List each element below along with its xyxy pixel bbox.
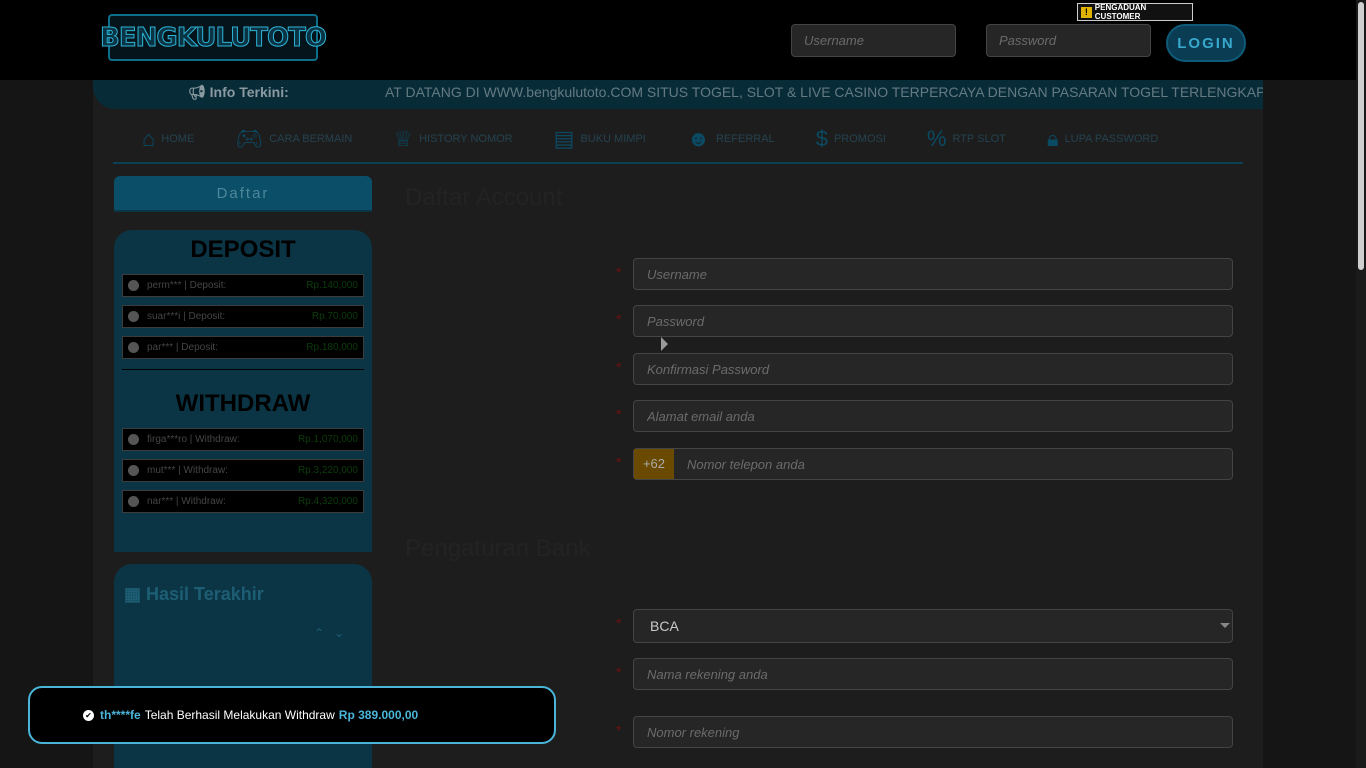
email-field[interactable] bbox=[633, 400, 1233, 432]
required-mark: * bbox=[616, 359, 622, 375]
nav-item-buku-mimpi[interactable]: ▤ BUKU MIMPI bbox=[525, 116, 658, 162]
results-title: ▦ Hasil Terakhir bbox=[124, 584, 264, 604]
username-input[interactable] bbox=[791, 24, 956, 57]
required-mark: * bbox=[616, 264, 622, 280]
nav-item-home[interactable]: ⌂ HOME bbox=[113, 116, 206, 162]
site-logo[interactable]: BENGKULUTOTO bbox=[100, 14, 327, 61]
nav-item-referral[interactable]: ☻ REFERRAL bbox=[658, 116, 787, 162]
avatar-icon bbox=[128, 311, 139, 322]
nav-item-lupa-password[interactable]: 🔒︎ LUPA PASSWORD bbox=[1018, 116, 1170, 162]
nav-item-rtp-slot[interactable]: % RTP SLOT bbox=[898, 116, 1018, 162]
account-name-field[interactable] bbox=[633, 658, 1233, 690]
register-username-input[interactable] bbox=[634, 259, 1232, 289]
mouse-cursor bbox=[661, 337, 668, 351]
megaphone-icon: 📢︎ bbox=[188, 84, 206, 100]
ticker-text: AT DATANG DI WWW.bengkulutoto.COM SITUS … bbox=[385, 84, 1263, 100]
withdraw-notification: ✔ th****fe Telah Berhasil Melakukan With… bbox=[28, 686, 556, 744]
ticker-bar: 📢︎ Info Terkini: AT DATANG DI WWW.bengku… bbox=[93, 80, 1263, 109]
withdraw-row: firga***ro | Withdraw: Rp.1,070,000 bbox=[122, 428, 364, 451]
calendar-icon: ▦ bbox=[124, 584, 142, 604]
users-icon: ☻ bbox=[686, 126, 710, 151]
confirm-password-input[interactable] bbox=[634, 354, 1232, 384]
results-controls: ⌃ ⌄ bbox=[314, 626, 344, 640]
register-password-field[interactable] bbox=[633, 305, 1233, 337]
bank-select[interactable]: BCA bbox=[633, 609, 1233, 643]
phone-prefix: +62 bbox=[634, 449, 674, 479]
complaint-button[interactable]: ! PENGADUAN CUSTOMER bbox=[1077, 3, 1193, 21]
chevron-down-icon bbox=[1220, 623, 1230, 628]
required-mark: * bbox=[616, 406, 622, 422]
account-number-input[interactable] bbox=[634, 717, 1232, 747]
deposit-row: perm*** | Deposit: Rp.140,000 bbox=[122, 274, 364, 297]
password-input[interactable] bbox=[986, 24, 1151, 57]
avatar-icon bbox=[128, 280, 139, 291]
dollar-icon: $ bbox=[815, 126, 828, 151]
main-container: 📢︎ Info Terkini: AT DATANG DI WWW.bengku… bbox=[93, 80, 1263, 768]
email-input[interactable] bbox=[634, 401, 1232, 431]
required-mark: * bbox=[616, 615, 622, 631]
confirm-password-field[interactable] bbox=[633, 353, 1233, 385]
lock-icon: 🔒︎ bbox=[1046, 126, 1059, 151]
scrollbar-thumb[interactable] bbox=[1358, 2, 1364, 270]
form-title: Daftar Account bbox=[405, 184, 563, 211]
gamepad-icon: 🎮︎ bbox=[235, 126, 264, 151]
avatar-icon bbox=[128, 342, 139, 353]
phone-field[interactable]: +62 bbox=[633, 448, 1233, 480]
required-mark: * bbox=[616, 664, 622, 680]
alert-icon: ! bbox=[1081, 6, 1092, 18]
nav-item-promosi[interactable]: $ PROMOSI bbox=[787, 116, 898, 162]
home-icon: ⌂ bbox=[142, 126, 156, 151]
withdraw-title: WITHDRAW bbox=[175, 390, 311, 417]
required-mark: * bbox=[616, 311, 622, 327]
account-name-input[interactable] bbox=[634, 659, 1232, 689]
daftar-button[interactable]: Daftar bbox=[114, 176, 372, 212]
nav-item-cara-bermain[interactable]: 🎮︎ CARA BERMAIN bbox=[206, 116, 364, 162]
ticker-label: 📢︎ Info Terkini: bbox=[188, 84, 289, 100]
required-mark: * bbox=[616, 454, 622, 470]
deposit-row: par*** | Deposit: Rp.180,000 bbox=[122, 336, 364, 359]
withdraw-row: mut*** | Withdraw: Rp.3,220,000 bbox=[122, 459, 364, 482]
deposit-row: suar***i | Deposit: Rp.70,000 bbox=[122, 305, 364, 328]
avatar-icon bbox=[128, 465, 139, 476]
avatar-icon bbox=[128, 496, 139, 507]
withdraw-row: nar*** | Withdraw: Rp.4,320,000 bbox=[122, 490, 364, 513]
chevron-up-icon[interactable]: ⌃ bbox=[314, 626, 324, 640]
nav-item-history-nomor[interactable]: ♕ HISTORY NOMOR bbox=[364, 116, 524, 162]
chevron-down-icon[interactable]: ⌄ bbox=[334, 626, 344, 640]
header: BENGKULUTOTO ! PENGADUAN CUSTOMER LOGIN bbox=[0, 0, 1366, 80]
account-number-field[interactable] bbox=[633, 716, 1233, 748]
main-nav: ⌂ HOME 🎮︎ CARA BERMAIN ♕ HISTORY NOMOR ▤ BUK… bbox=[113, 116, 1243, 164]
transactions-panel: DEPOSIT perm*** | Deposit: Rp.140,000 sua… bbox=[114, 230, 372, 552]
book-icon: ▤ bbox=[553, 126, 575, 151]
trophy-icon: ♕ bbox=[393, 126, 414, 151]
bank-section-title: Pengaturan Bank bbox=[405, 535, 591, 562]
deposit-title: DEPOSIT bbox=[190, 236, 296, 263]
avatar-icon bbox=[128, 434, 139, 445]
percent-icon: % bbox=[926, 126, 947, 151]
register-username-field[interactable] bbox=[633, 258, 1233, 290]
page-scrollbar[interactable] bbox=[1356, 0, 1366, 768]
phone-input[interactable] bbox=[634, 449, 1232, 479]
register-password-input[interactable] bbox=[634, 306, 1232, 336]
check-circle-icon: ✔ bbox=[83, 709, 94, 721]
login-button[interactable]: LOGIN bbox=[1166, 24, 1246, 62]
required-mark: * bbox=[616, 722, 622, 738]
